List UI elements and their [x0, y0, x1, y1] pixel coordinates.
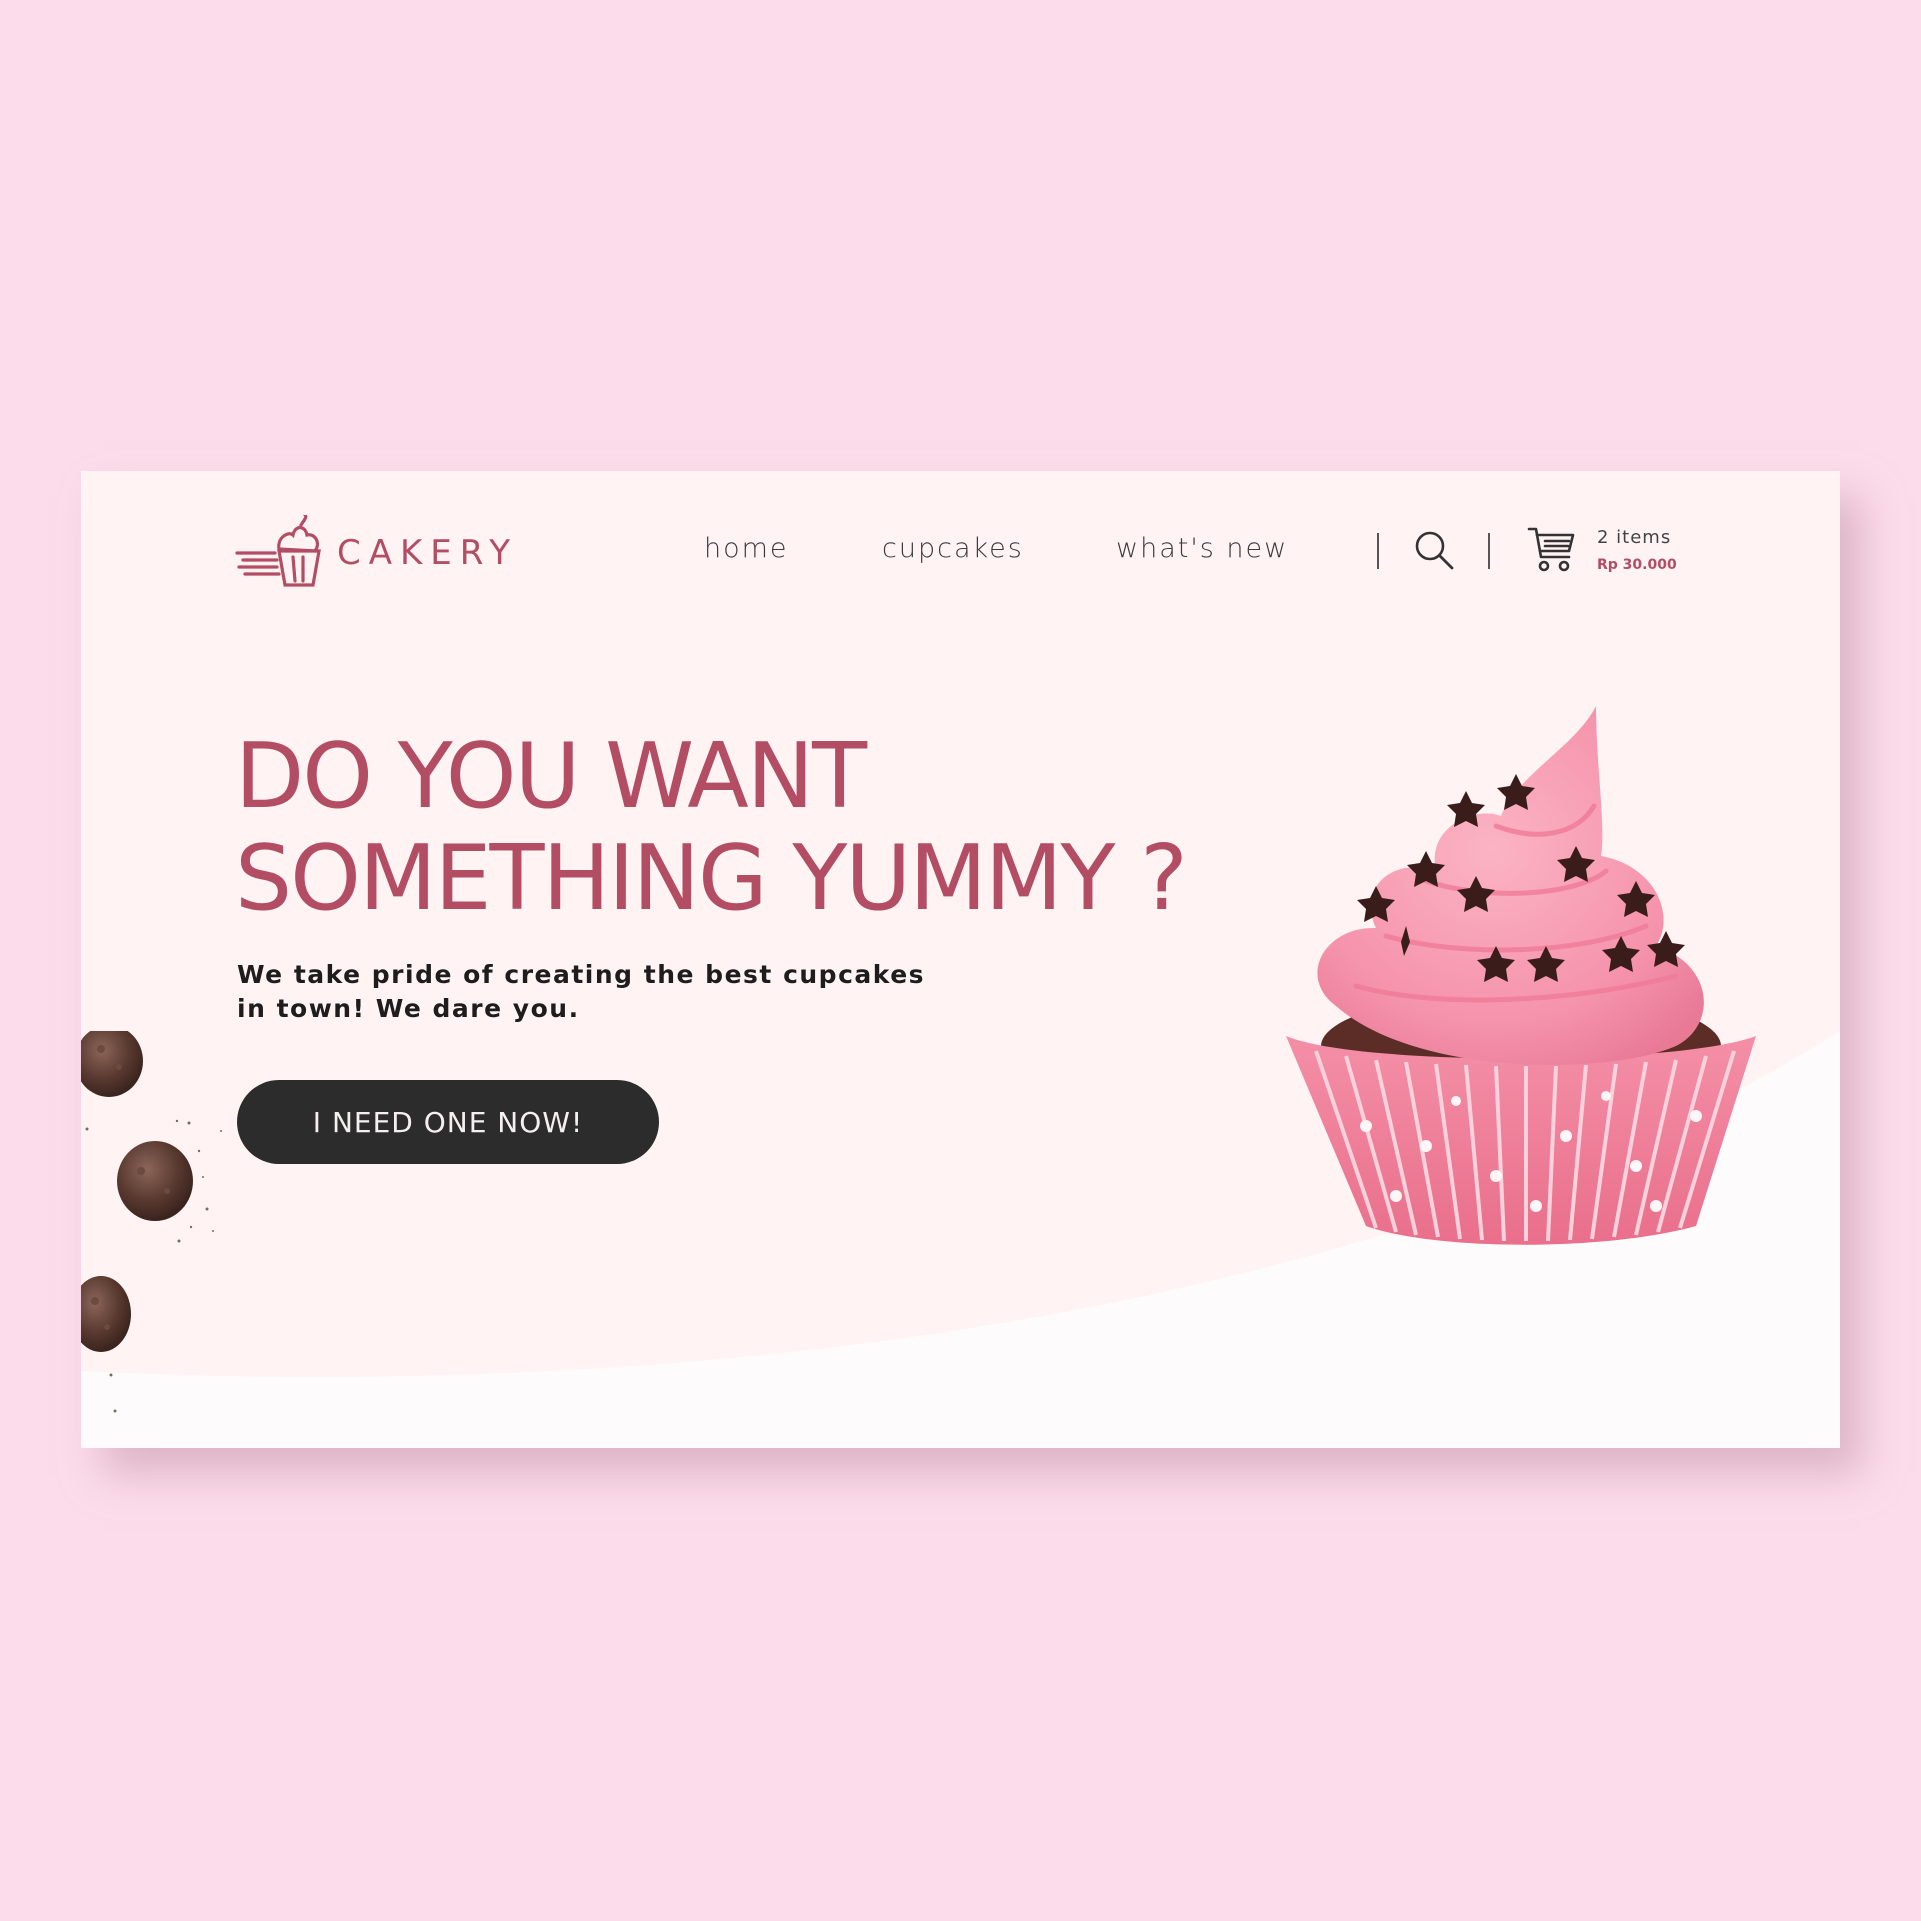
headline-line-2: SOMETHING YUMMY ? — [235, 826, 1188, 931]
hero-subtext: We take pride of creating the best cupca… — [237, 958, 937, 1026]
nav-cupcakes[interactable]: cupcakes — [882, 533, 1024, 564]
search-icon[interactable] — [1413, 529, 1455, 571]
nav-home[interactable]: home — [704, 533, 789, 564]
landing-page-card: CAKERY home cupcakes what's new 2 items … — [81, 471, 1840, 1448]
cupcake-image — [1286, 706, 1756, 1245]
nav-divider — [1377, 533, 1379, 569]
brand-logo[interactable]: CAKERY — [235, 515, 518, 591]
cart-icon[interactable] — [1527, 525, 1577, 575]
subtext-line-2: in town! We dare you. — [237, 994, 580, 1023]
nav-divider — [1488, 533, 1490, 569]
cookies-image — [81, 1031, 222, 1413]
cupcake-logo-icon — [235, 515, 321, 587]
cart-total: Rp 30.000 — [1597, 557, 1677, 573]
headline-line-1: DO YOU WANT — [235, 724, 867, 829]
subtext-line-1: We take pride of creating the best cupca… — [237, 960, 926, 989]
cart-item-count[interactable]: 2 items — [1597, 527, 1671, 548]
nav-whats-new[interactable]: what's new — [1116, 533, 1288, 564]
cta-button[interactable]: I NEED ONE NOW! — [237, 1080, 659, 1164]
hero-headline: DO YOU WANT SOMETHING YUMMY ? — [235, 726, 1235, 930]
brand-name: CAKERY — [337, 533, 518, 573]
